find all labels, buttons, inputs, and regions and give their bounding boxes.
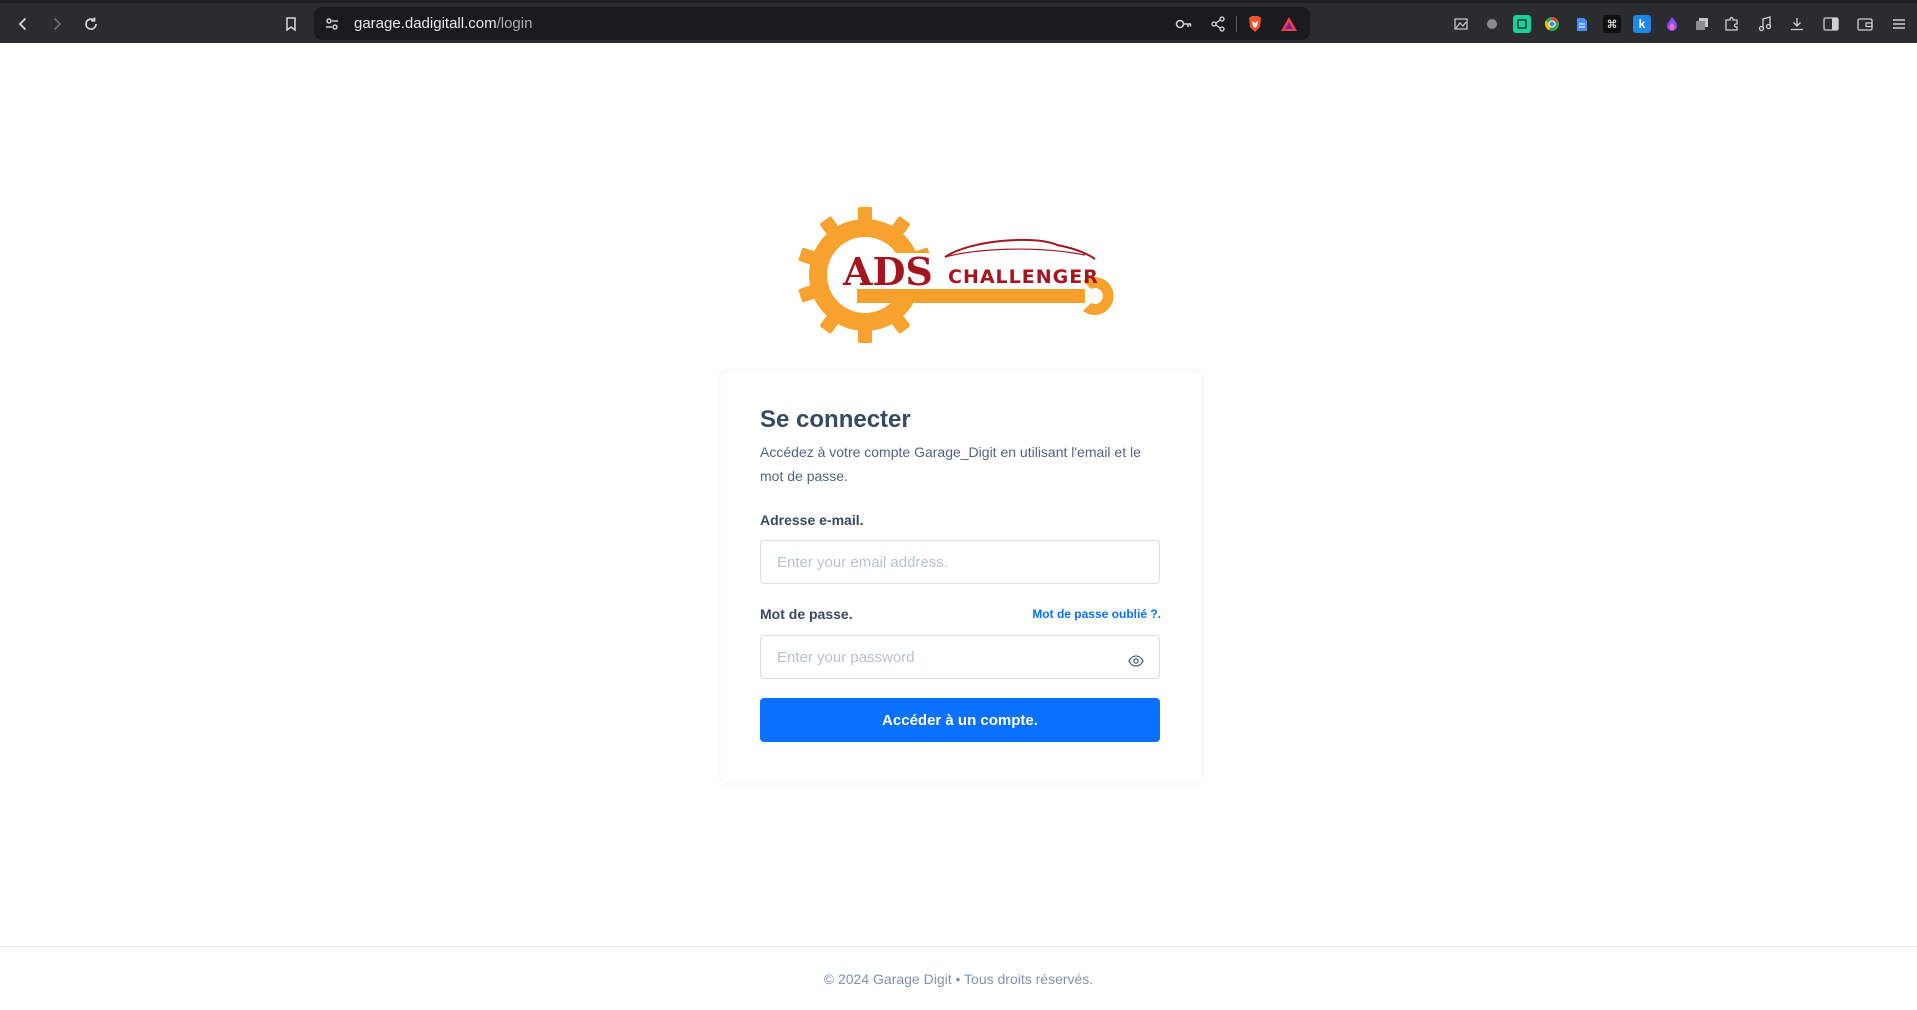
- login-subtitle: Accédez à votre compte Garage_Digit en u…: [760, 444, 1141, 484]
- email-field[interactable]: [760, 540, 1160, 584]
- url-host: garage.dadigitall.com: [354, 15, 497, 32]
- forgot-password-link[interactable]: Mot de passe oublié ?.: [1032, 607, 1161, 621]
- copyright-text: © 2024 Garage Digit • Tous droits réserv…: [823, 971, 1094, 987]
- browser-toolbar: garage.dadigitall.com/login ⌘ k: [0, 0, 1917, 43]
- bookmark-icon[interactable]: [278, 11, 304, 37]
- brave-rewards-icon[interactable]: [1279, 14, 1299, 34]
- flame-icon[interactable]: [1663, 15, 1681, 33]
- k-icon[interactable]: k: [1633, 15, 1651, 33]
- toolbar-divider: [1236, 16, 1237, 32]
- reload-icon[interactable]: [78, 11, 104, 37]
- ads-challenger-logo: ADS CHALLENGER: [795, 205, 1125, 345]
- brave-shield-icon[interactable]: [1245, 14, 1265, 34]
- doc-icon[interactable]: [1573, 15, 1591, 33]
- logo-word-ads: ADS: [842, 249, 933, 294]
- url-path: /login: [496, 15, 533, 32]
- puzzle-icon[interactable]: [1723, 15, 1741, 33]
- logo-word-challenger: CHALLENGER: [948, 266, 1099, 288]
- back-icon[interactable]: [10, 11, 36, 37]
- menu-icon[interactable]: [1890, 15, 1908, 33]
- chrome-icon[interactable]: [1543, 15, 1561, 33]
- address-bar[interactable]: garage.dadigitall.com/login: [314, 7, 1310, 40]
- key-icon[interactable]: [1174, 14, 1194, 34]
- page-title: Se connecter: [760, 406, 911, 433]
- music-icon[interactable]: [1756, 15, 1774, 33]
- circle-ext-icon[interactable]: [1483, 15, 1501, 33]
- wallet-icon[interactable]: [1856, 15, 1874, 33]
- login-submit-button[interactable]: Accéder à un compte.: [760, 698, 1160, 742]
- password-label: Mot de passe.: [760, 606, 853, 622]
- download-icon[interactable]: [1788, 15, 1806, 33]
- email-label: Adresse e-mail.: [760, 512, 864, 528]
- command-icon[interactable]: ⌘: [1603, 15, 1621, 33]
- url-text[interactable]: garage.dadigitall.com/login: [354, 15, 532, 32]
- copy-icon[interactable]: [1693, 15, 1711, 33]
- sidebar-icon[interactable]: [1822, 15, 1840, 33]
- eye-icon[interactable]: [1126, 651, 1146, 671]
- image-icon[interactable]: [1452, 15, 1470, 33]
- forward-icon[interactable]: [44, 11, 70, 37]
- password-field[interactable]: [760, 635, 1160, 679]
- footer: © 2024 Garage Digit • Tous droits réserv…: [0, 946, 1917, 1010]
- site-settings-icon[interactable]: [322, 14, 342, 34]
- share-icon[interactable]: [1208, 14, 1228, 34]
- login-card: Se connecter Accédez à votre compte Gara…: [721, 373, 1201, 782]
- ext-green-icon[interactable]: [1513, 15, 1531, 33]
